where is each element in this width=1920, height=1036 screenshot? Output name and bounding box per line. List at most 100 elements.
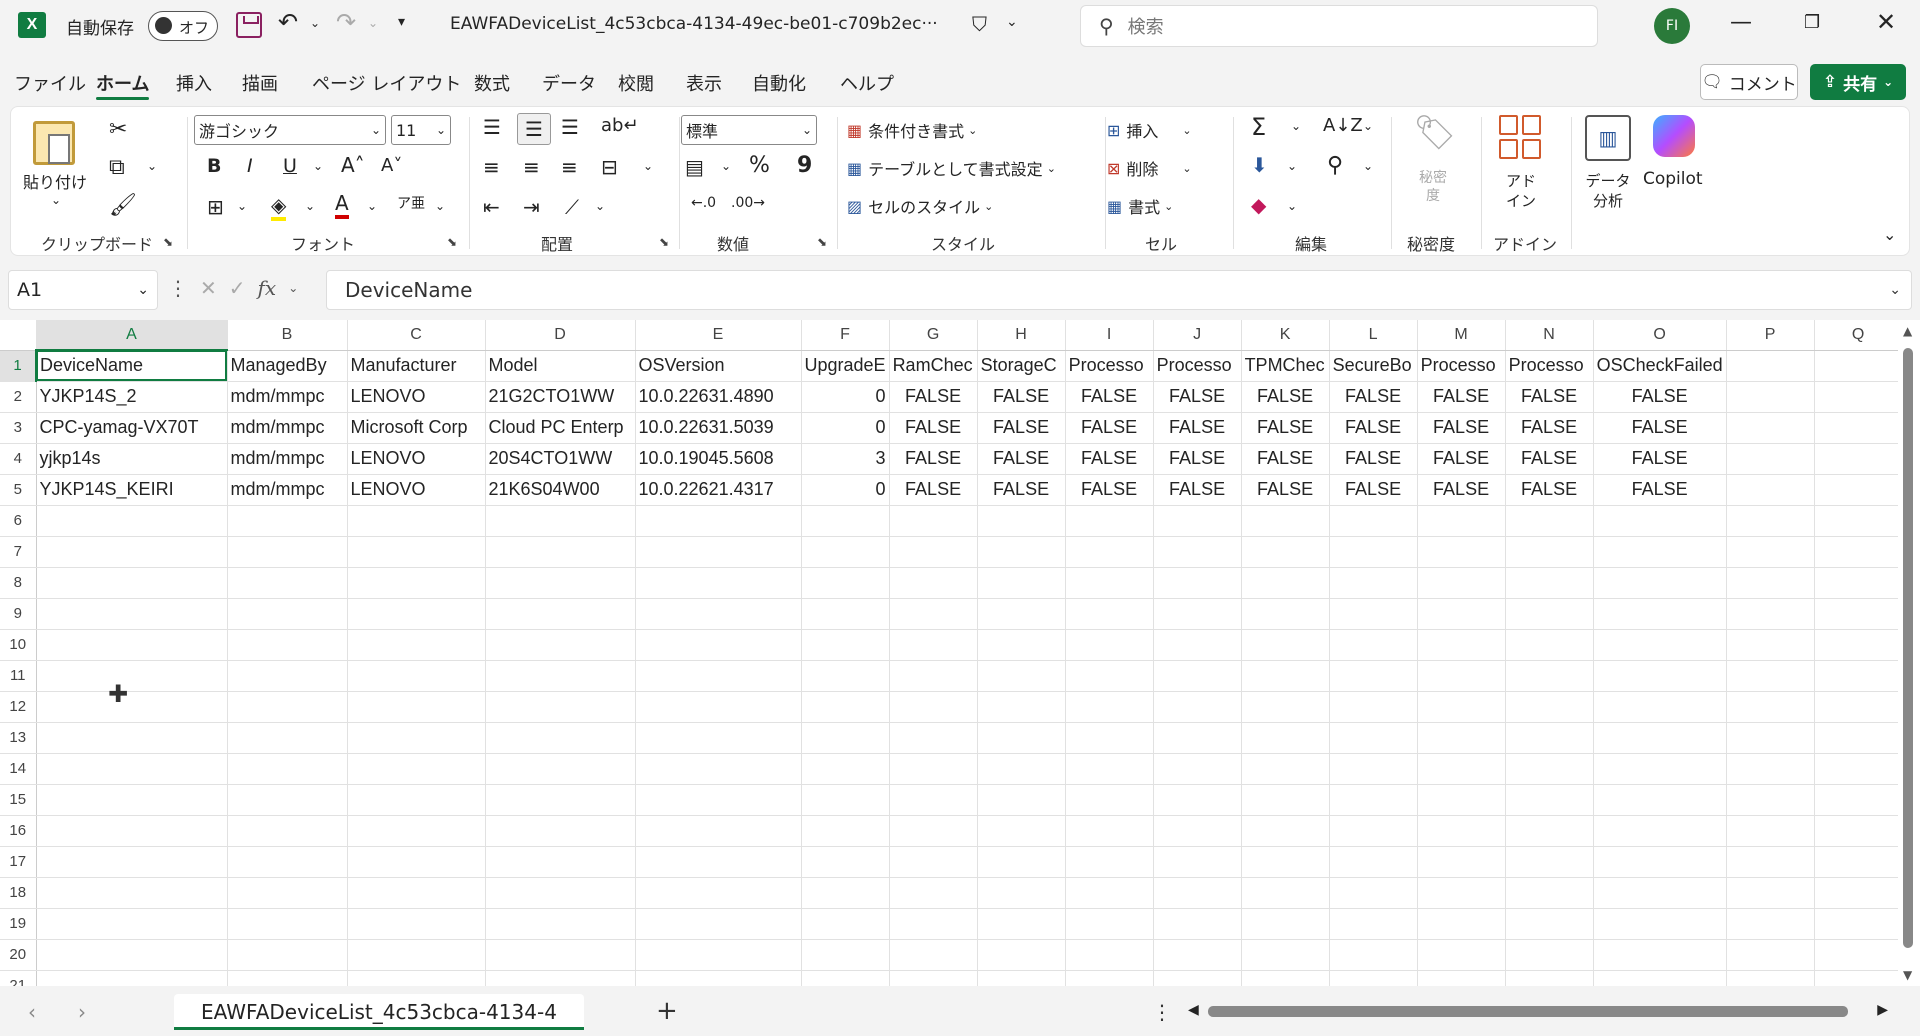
cell-D4[interactable]: 20S4CTO1WW [485,443,636,475]
column-header[interactable]: G [889,320,978,351]
cell-N11[interactable] [1505,660,1594,692]
cell-C18[interactable] [347,877,486,909]
cell-F17[interactable] [801,846,890,878]
cell-Q11[interactable] [1814,660,1903,692]
comma-style-button[interactable]: 9 [797,153,812,178]
cell-G4[interactable]: FALSE [889,443,978,475]
cell-L15[interactable] [1329,784,1418,816]
cell-O21[interactable] [1593,970,1727,986]
cell-J9[interactable] [1153,598,1242,630]
cell-N8[interactable] [1505,567,1594,599]
cell-H10[interactable] [977,629,1066,661]
cell-M8[interactable] [1417,567,1506,599]
cell-P9[interactable] [1726,598,1815,630]
cell-N6[interactable] [1505,505,1594,537]
cell-E11[interactable] [635,660,802,692]
cell-I11[interactable] [1065,660,1154,692]
cell-B5[interactable]: mdm/mmpc [227,474,348,506]
cell-M10[interactable] [1417,629,1506,661]
cell-H1[interactable]: StorageC [977,350,1066,382]
cell-G11[interactable] [889,660,978,692]
column-header[interactable]: B [227,320,348,351]
cell-H5[interactable]: FALSE [977,474,1066,506]
cell-H8[interactable] [977,567,1066,599]
cell-B2[interactable]: mdm/mmpc [227,381,348,413]
cell-L18[interactable] [1329,877,1418,909]
percent-style-button[interactable]: % [749,153,770,178]
cell-A10[interactable] [36,629,228,661]
cell-L20[interactable] [1329,939,1418,971]
cell-E3[interactable]: 10.0.22631.5039 [635,412,802,444]
cell-P21[interactable] [1726,970,1815,986]
increase-indent-icon[interactable]: ⇥ [523,195,540,219]
cell-D14[interactable] [485,753,636,785]
undo-dropdown-icon[interactable]: ⌄ [310,16,320,30]
copilot-label[interactable]: Copilot [1643,169,1703,189]
cell-A11[interactable] [36,660,228,692]
row-header[interactable]: 2 [0,381,37,413]
addins-button-label[interactable]: アドイン [1501,171,1541,211]
restore-icon[interactable]: ❐ [1804,12,1820,33]
cell-O13[interactable] [1593,722,1727,754]
cell-A9[interactable] [36,598,228,630]
phonetic-guide-icon[interactable]: ア亜 [397,193,425,213]
cell-N3[interactable]: FALSE [1505,412,1594,444]
column-header[interactable]: F [801,320,890,351]
cell-Q15[interactable] [1814,784,1903,816]
cell-H11[interactable] [977,660,1066,692]
cell-F11[interactable] [801,660,890,692]
cell-L9[interactable] [1329,598,1418,630]
column-header[interactable]: J [1153,320,1242,351]
cell-L14[interactable] [1329,753,1418,785]
cell-P8[interactable] [1726,567,1815,599]
cell-K18[interactable] [1241,877,1330,909]
cell-L10[interactable] [1329,629,1418,661]
cell-A19[interactable] [36,908,228,940]
cell-D1[interactable]: Model [485,350,636,382]
cell-I10[interactable] [1065,629,1154,661]
search-box[interactable]: ⚲ 検索 [1080,5,1598,47]
scroll-left-icon[interactable]: ◀ [1188,1002,1199,1018]
cell-K10[interactable] [1241,629,1330,661]
cell-O9[interactable] [1593,598,1727,630]
cell-M15[interactable] [1417,784,1506,816]
cell-J12[interactable] [1153,691,1242,723]
cell-J3[interactable]: FALSE [1153,412,1242,444]
cell-A1[interactable]: DeviceName [36,350,228,382]
cell-H21[interactable] [977,970,1066,986]
cell-O3[interactable]: FALSE [1593,412,1727,444]
cell-M16[interactable] [1417,815,1506,847]
cell-P10[interactable] [1726,629,1815,661]
cell-K20[interactable] [1241,939,1330,971]
decrease-font-icon[interactable]: A˅ [381,155,402,176]
paste-label[interactable]: 貼り付け [23,169,87,193]
cell-M20[interactable] [1417,939,1506,971]
cell-C7[interactable] [347,536,486,568]
cell-F10[interactable] [801,629,890,661]
cell-Q13[interactable] [1814,722,1903,754]
share-button[interactable]: ⇪ 共有 ⌄ [1810,64,1906,100]
cell-I19[interactable] [1065,908,1154,940]
cell-A18[interactable] [36,877,228,909]
cell-N13[interactable] [1505,722,1594,754]
cell-J2[interactable]: FALSE [1153,381,1242,413]
tab-data[interactable]: データ [542,66,596,100]
cell-J17[interactable] [1153,846,1242,878]
cell-D6[interactable] [485,505,636,537]
cell-E9[interactable] [635,598,802,630]
cell-K7[interactable] [1241,536,1330,568]
tab-home[interactable]: ホーム [96,66,150,100]
cell-C11[interactable] [347,660,486,692]
cell-F5[interactable]: 0 [801,474,890,506]
cell-G16[interactable] [889,815,978,847]
decrease-decimal-icon[interactable]: .00→ [731,195,765,211]
cell-Q18[interactable] [1814,877,1903,909]
cell-N15[interactable] [1505,784,1594,816]
cell-D12[interactable] [485,691,636,723]
cell-A4[interactable]: yjkp14s [36,443,228,475]
cell-F18[interactable] [801,877,890,909]
row-header[interactable]: 7 [0,536,37,568]
sort-filter-dropdown-icon[interactable]: ⌄ [1363,119,1373,133]
cell-A5[interactable]: YJKP14S_KEIRI [36,474,228,506]
find-dropdown-icon[interactable]: ⌄ [1363,159,1373,173]
